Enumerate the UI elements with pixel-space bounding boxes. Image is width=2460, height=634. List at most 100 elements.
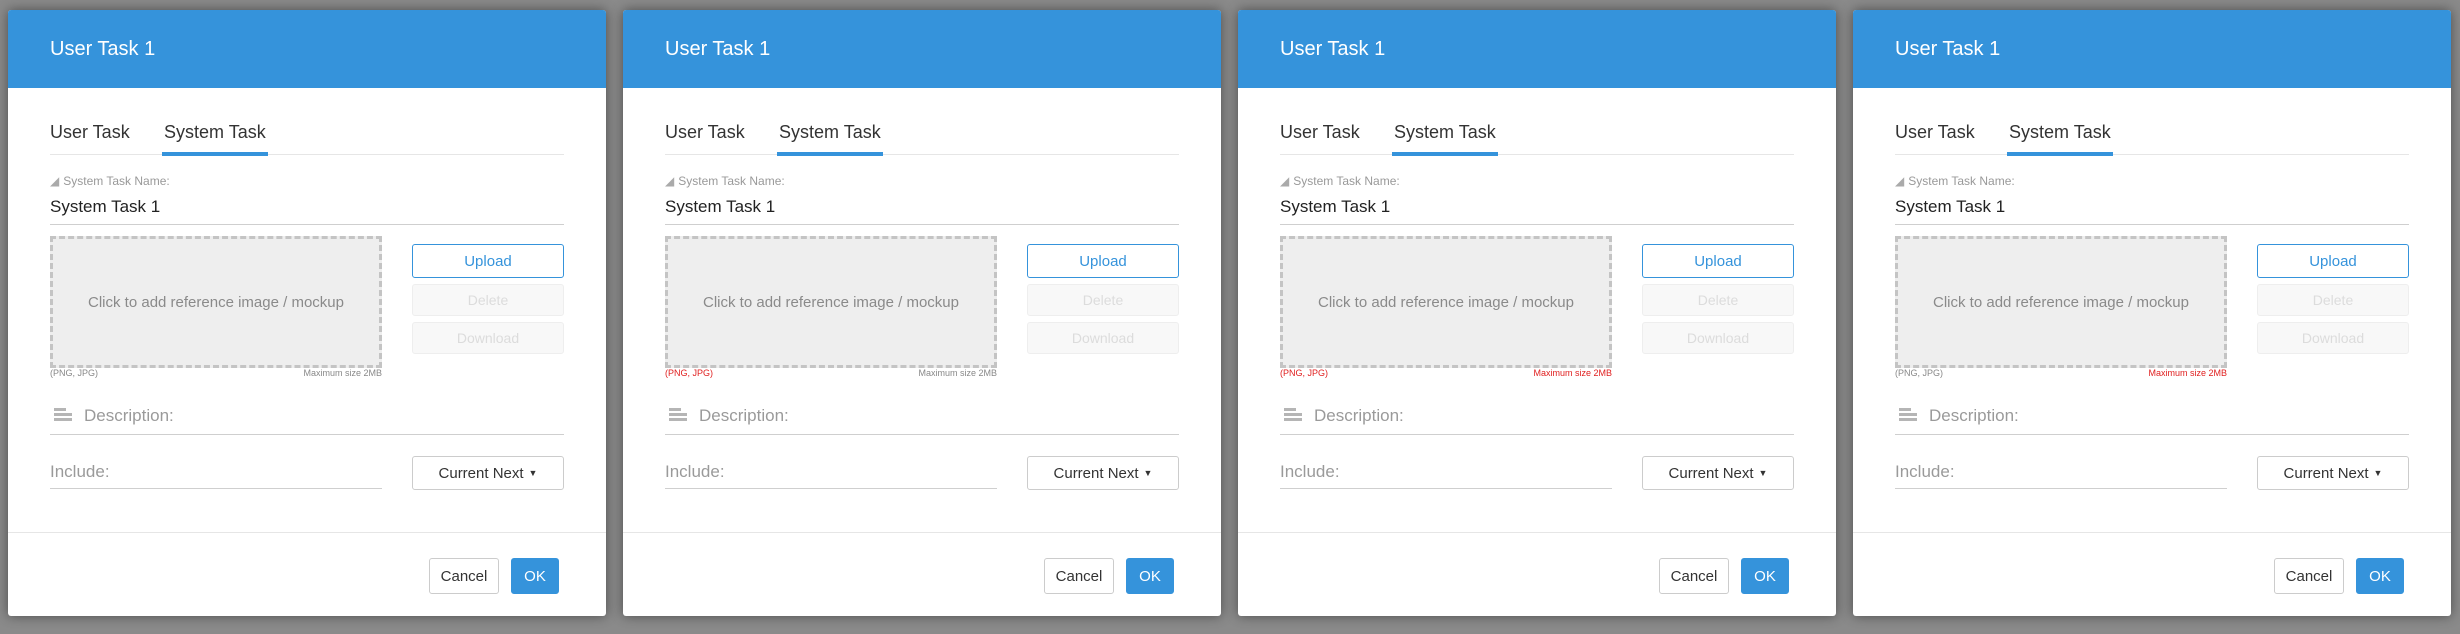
download-button[interactable]: Download	[2257, 322, 2409, 354]
current-next-label: Current Next	[1053, 464, 1139, 482]
tab-system-task[interactable]: System Task	[1392, 110, 1498, 156]
upload-button[interactable]: Upload	[2257, 244, 2409, 278]
system-task-name-label: ◢ System Task Name:	[1895, 174, 2015, 188]
tag-icon: ◢	[665, 174, 675, 188]
max-size-hint: Maximum size 2MB	[303, 368, 382, 378]
tab-system-task[interactable]: System Task	[2007, 110, 2113, 156]
current-next-label: Current Next	[2283, 464, 2369, 482]
system-task-name-label: ◢ System Task Name:	[50, 174, 170, 188]
caret-down-icon: ▼	[528, 468, 538, 478]
description-row	[1895, 400, 2409, 435]
cancel-button[interactable]: Cancel	[1659, 558, 1729, 594]
tab-bar: User Task System Task	[1280, 110, 1794, 156]
system-task-name-input[interactable]	[1280, 190, 1794, 225]
text-lines-icon	[669, 408, 687, 424]
tab-bar: User Task System Task	[1895, 110, 2409, 156]
system-task-name-label-text: System Task Name:	[678, 174, 785, 188]
dialog-title: User Task 1	[623, 10, 1221, 88]
tab-user-task[interactable]: User Task	[665, 110, 745, 152]
description-row	[50, 400, 564, 435]
ok-button[interactable]: OK	[511, 558, 559, 594]
dialog-title: User Task 1	[8, 10, 606, 88]
text-lines-icon	[1899, 408, 1917, 424]
description-input[interactable]	[699, 400, 1169, 432]
system-task-name-input[interactable]	[665, 190, 1179, 225]
delete-button[interactable]: Delete	[1027, 284, 1179, 316]
tab-system-task[interactable]: System Task	[777, 110, 883, 156]
upload-button[interactable]: Upload	[1027, 244, 1179, 278]
system-task-name-input[interactable]	[50, 190, 564, 225]
current-next-label: Current Next	[1668, 464, 1754, 482]
include-input[interactable]	[1895, 456, 2227, 489]
file-formats-hint: (PNG, JPG)	[665, 368, 714, 378]
current-next-dropdown[interactable]: Current Next ▼	[1027, 456, 1179, 490]
delete-button[interactable]: Delete	[412, 284, 564, 316]
reference-image-dropzone[interactable]: Click to add reference image / mockup	[1280, 236, 1612, 368]
caret-down-icon: ▼	[2373, 468, 2383, 478]
download-button[interactable]: Download	[1027, 322, 1179, 354]
reference-image-dropzone[interactable]: Click to add reference image / mockup	[1895, 236, 2227, 368]
tab-bar: User Task System Task	[50, 110, 564, 156]
download-button[interactable]: Download	[1642, 322, 1794, 354]
system-task-name-label-text: System Task Name:	[1908, 174, 2015, 188]
caret-down-icon: ▼	[1758, 468, 1768, 478]
cancel-button[interactable]: Cancel	[429, 558, 499, 594]
reference-image-dropzone[interactable]: Click to add reference image / mockup	[665, 236, 997, 368]
tab-user-task[interactable]: User Task	[1280, 110, 1360, 152]
max-size-hint: Maximum size 2MB	[2148, 368, 2227, 378]
task-dialog: User Task 1 User Task System Task ◢ Syste…	[1853, 10, 2451, 616]
dialog-title: User Task 1	[1853, 10, 2451, 88]
cancel-button[interactable]: Cancel	[2274, 558, 2344, 594]
tab-system-task[interactable]: System Task	[162, 110, 268, 156]
description-row	[665, 400, 1179, 435]
file-formats-hint: (PNG, JPG)	[50, 368, 99, 378]
tab-bar: User Task System Task	[665, 110, 1179, 156]
system-task-name-label: ◢ System Task Name:	[665, 174, 785, 188]
description-input[interactable]	[84, 400, 554, 432]
system-task-name-label-text: System Task Name:	[1293, 174, 1400, 188]
tag-icon: ◢	[1280, 174, 1290, 188]
current-next-label: Current Next	[438, 464, 524, 482]
delete-button[interactable]: Delete	[1642, 284, 1794, 316]
description-input[interactable]	[1929, 400, 2399, 432]
task-dialog: User Task 1 User Task System Task ◢ Syste…	[1238, 10, 1836, 616]
reference-image-dropzone[interactable]: Click to add reference image / mockup	[50, 236, 382, 368]
ok-button[interactable]: OK	[1126, 558, 1174, 594]
include-input[interactable]	[665, 456, 997, 489]
upload-button[interactable]: Upload	[412, 244, 564, 278]
footer-divider	[1238, 532, 1836, 533]
system-task-name-input[interactable]	[1895, 190, 2409, 225]
current-next-dropdown[interactable]: Current Next ▼	[412, 456, 564, 490]
task-dialog: User Task 1 User Task System Task ◢ Syste…	[8, 10, 606, 616]
tab-user-task[interactable]: User Task	[50, 110, 130, 152]
download-button[interactable]: Download	[412, 322, 564, 354]
tag-icon: ◢	[1895, 174, 1905, 188]
delete-button[interactable]: Delete	[2257, 284, 2409, 316]
file-formats-hint: (PNG, JPG)	[1280, 368, 1329, 378]
text-lines-icon	[54, 408, 72, 424]
footer-divider	[623, 532, 1221, 533]
include-input[interactable]	[1280, 456, 1612, 489]
include-input[interactable]	[50, 456, 382, 489]
max-size-hint: Maximum size 2MB	[918, 368, 997, 378]
description-input[interactable]	[1314, 400, 1784, 432]
footer-divider	[8, 532, 606, 533]
max-size-hint: Maximum size 2MB	[1533, 368, 1612, 378]
dialog-title: User Task 1	[1238, 10, 1836, 88]
task-dialog: User Task 1 User Task System Task ◢ Syste…	[623, 10, 1221, 616]
tag-icon: ◢	[50, 174, 60, 188]
system-task-name-label: ◢ System Task Name:	[1280, 174, 1400, 188]
text-lines-icon	[1284, 408, 1302, 424]
current-next-dropdown[interactable]: Current Next ▼	[1642, 456, 1794, 490]
caret-down-icon: ▼	[1143, 468, 1153, 478]
ok-button[interactable]: OK	[2356, 558, 2404, 594]
footer-divider	[1853, 532, 2451, 533]
system-task-name-label-text: System Task Name:	[63, 174, 170, 188]
description-row	[1280, 400, 1794, 435]
cancel-button[interactable]: Cancel	[1044, 558, 1114, 594]
current-next-dropdown[interactable]: Current Next ▼	[2257, 456, 2409, 490]
tab-user-task[interactable]: User Task	[1895, 110, 1975, 152]
file-formats-hint: (PNG, JPG)	[1895, 368, 1944, 378]
upload-button[interactable]: Upload	[1642, 244, 1794, 278]
ok-button[interactable]: OK	[1741, 558, 1789, 594]
